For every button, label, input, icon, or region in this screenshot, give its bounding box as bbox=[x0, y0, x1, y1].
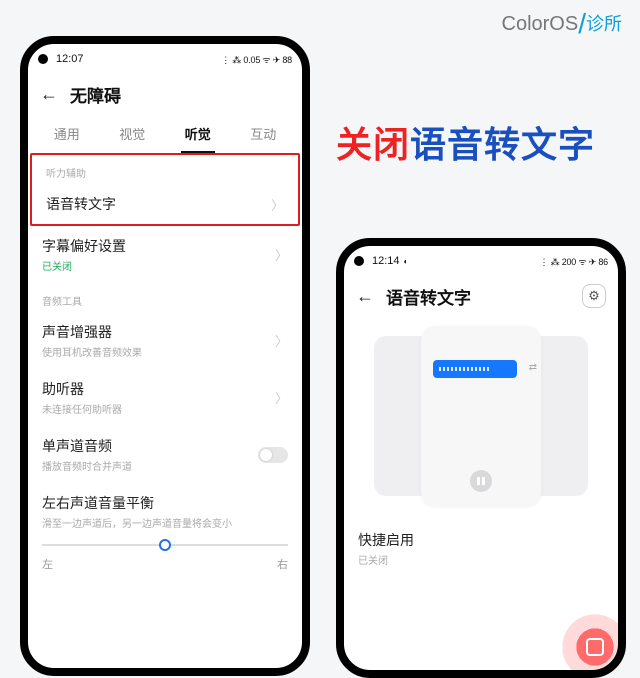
status-indicators: ⋮ ⁂ 200 ᯤ ✈ 86 bbox=[540, 255, 609, 268]
headline-blue: 语音转文字 bbox=[410, 124, 595, 165]
row-caption-sub: 已关闭 bbox=[42, 258, 275, 273]
tabs: 通用 视觉 听觉 互动 bbox=[28, 114, 302, 153]
slider-right-label: 右 bbox=[277, 556, 288, 572]
status-indicators: ⋮ ⁂ 0.05 ᯤ ✈ 88 bbox=[221, 53, 292, 66]
row-balance-sub: 滑至一边声道后，另一边声道音量将会变小 bbox=[42, 515, 288, 530]
row-hearing-aid[interactable]: 助听器 未连接任何助听器 〉 bbox=[28, 369, 302, 426]
row-enhancer-sub: 使用耳机改善音频效果 bbox=[42, 344, 275, 359]
page-title: 语音转文字 bbox=[386, 284, 471, 309]
pause-icon bbox=[470, 470, 492, 492]
tab-general[interactable]: 通用 bbox=[50, 118, 84, 153]
row-caption-title: 字幕偏好设置 bbox=[42, 236, 275, 256]
brand-sub: 诊所 bbox=[586, 14, 622, 34]
slider-thumb-icon[interactable] bbox=[159, 539, 171, 551]
settings-button[interactable]: ⚙ bbox=[582, 284, 606, 308]
headline-red: 关闭 bbox=[336, 124, 410, 165]
row-speech-to-text[interactable]: 语音转文字 〉 bbox=[32, 184, 298, 224]
tab-vision[interactable]: 视觉 bbox=[115, 118, 149, 153]
brand-name: ColorOS bbox=[502, 13, 579, 35]
row-mono-sub: 播放音频时合并声道 bbox=[42, 458, 258, 473]
row-mono-audio: 单声道音频 播放音频时合并声道 bbox=[28, 426, 302, 483]
quick-sub: 已关闭 bbox=[358, 552, 604, 567]
row-enhancer-title: 声音增强器 bbox=[42, 322, 275, 342]
row-sound-enhancer[interactable]: 声音增强器 使用耳机改善音频效果 〉 bbox=[28, 312, 302, 369]
record-fab[interactable] bbox=[562, 614, 626, 678]
nav-row: ← 语音转文字 ⚙ bbox=[344, 276, 618, 316]
row-stt-title: 语音转文字 bbox=[46, 194, 271, 214]
status-time: 12:14 bbox=[372, 255, 400, 267]
camera-hole-icon bbox=[38, 54, 48, 64]
stt-illustration: ⇄ bbox=[374, 336, 588, 496]
chevron-right-icon: 〉 bbox=[271, 195, 284, 214]
tab-interaction[interactable]: 互动 bbox=[246, 118, 280, 153]
nav-row: ← 无障碍 bbox=[28, 74, 302, 114]
headline: 关闭语音转文字 bbox=[336, 116, 595, 168]
row-hearing-title: 助听器 bbox=[42, 379, 275, 399]
row-quick-launch[interactable]: 快捷启用 已关闭 bbox=[344, 520, 618, 577]
slider-left-label: 左 bbox=[42, 556, 53, 572]
camera-hole-icon bbox=[354, 256, 364, 266]
section-hearing-aid: 听力辅助 bbox=[32, 155, 298, 184]
row-balance-title: 左右声道音量平衡 bbox=[42, 493, 288, 513]
back-icon[interactable]: ← bbox=[356, 286, 374, 307]
phone-stt-detail: 12:14 ◐ ⋮ ⁂ 200 ᯤ ✈ 86 ← 语音转文字 ⚙ ⇄ 快捷启用 … bbox=[336, 238, 626, 678]
section-audio-tools: 音频工具 bbox=[28, 283, 302, 312]
swap-icon: ⇄ bbox=[529, 362, 537, 373]
row-balance: 左右声道音量平衡 滑至一边声道后，另一边声道音量将会变小 bbox=[28, 483, 302, 532]
mock-phone-icon: ⇄ bbox=[421, 326, 541, 506]
gear-icon: ⚙ bbox=[588, 288, 600, 304]
brand-label: ColorOS/诊所 bbox=[502, 8, 622, 40]
back-icon[interactable]: ← bbox=[40, 84, 58, 105]
chevron-right-icon: 〉 bbox=[275, 331, 288, 350]
row-caption-pref[interactable]: 字幕偏好设置 已关闭 〉 bbox=[28, 226, 302, 283]
balance-slider[interactable] bbox=[28, 532, 302, 548]
audio-bubble-icon bbox=[433, 360, 517, 378]
quick-title: 快捷启用 bbox=[358, 530, 604, 550]
tab-hearing[interactable]: 听觉 bbox=[181, 118, 215, 153]
row-hearing-sub: 未连接任何助听器 bbox=[42, 401, 275, 416]
mono-toggle[interactable] bbox=[258, 447, 288, 463]
phone-accessibility: 12:07 ⋮ ⁂ 0.05 ᯤ ✈ 88 ← 无障碍 通用 视觉 听觉 互动 … bbox=[20, 36, 310, 676]
highlight-stt: 听力辅助 语音转文字 〉 bbox=[30, 153, 300, 226]
chevron-right-icon: 〉 bbox=[275, 388, 288, 407]
slider-labels: 左 右 bbox=[28, 548, 302, 572]
page-title: 无障碍 bbox=[70, 82, 121, 107]
status-bar: 12:07 ⋮ ⁂ 0.05 ᯤ ✈ 88 bbox=[28, 44, 302, 74]
status-bar: 12:14 ◐ ⋮ ⁂ 200 ᯤ ✈ 86 bbox=[344, 246, 618, 276]
row-mono-title: 单声道音频 bbox=[42, 436, 258, 456]
chevron-right-icon: 〉 bbox=[275, 245, 288, 264]
status-time: 12:07 bbox=[56, 53, 84, 65]
